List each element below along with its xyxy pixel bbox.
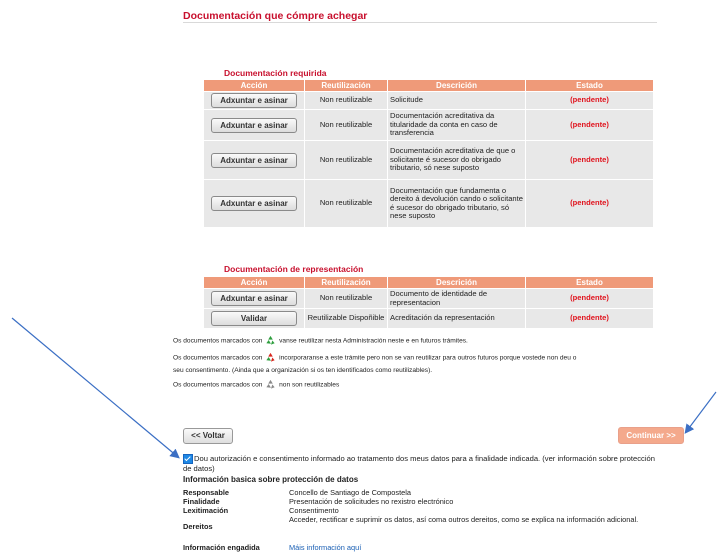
arrow-to-continue (684, 391, 717, 434)
recycle-red-icon (266, 352, 275, 362)
reuse-cell: Non reutilizable (304, 109, 388, 141)
consent-checkbox[interactable] (183, 454, 193, 464)
attach-sign-button[interactable]: Adxuntar e asinar (211, 93, 297, 108)
section-title: Documentación que cómpre achegar (183, 10, 368, 22)
required-docs-table: Acción Reutilización Descrición Estado A… (203, 79, 654, 228)
col-header-description: Descrición (387, 276, 526, 289)
attach-sign-button[interactable]: Adxuntar e asinar (211, 196, 297, 211)
col-header-action: Acción (203, 276, 305, 289)
description-cell: Acreditación da representación (387, 308, 526, 329)
description-cell: Solicitude (387, 91, 526, 110)
col-header-status: Estado (525, 276, 654, 289)
section-divider (183, 22, 657, 23)
status-cell: (pendente) (525, 109, 654, 141)
table-header-row: Acción Reutilización Descrición Estado (203, 276, 654, 289)
status-cell: (pendente) (525, 140, 654, 180)
description-cell: Documentación acreditativa de que o soli… (387, 140, 526, 180)
col-header-action: Acción (203, 79, 305, 92)
reuse-cell: Non reutilizable (304, 91, 388, 110)
representation-docs-table: Acción Reutilización Descrición Estado A… (203, 276, 654, 329)
status-cell: (pendente) (525, 179, 654, 228)
col-header-description: Descrición (387, 79, 526, 92)
validate-button[interactable]: Validar (211, 311, 297, 326)
required-docs-title: Documentación requirida (224, 68, 327, 78)
table-row: Adxuntar e asinar Non reutilizable Docum… (203, 140, 654, 180)
data-protection-title: Información basica sobre protección de d… (183, 475, 359, 484)
col-header-reuse: Reutilización (304, 276, 388, 289)
description-cell: Documentación acreditativa da titularida… (387, 109, 526, 141)
recycle-green-icon (266, 335, 275, 345)
col-header-status: Estado (525, 79, 654, 92)
consent-label: Dou autorización e consentimento informa… (183, 454, 655, 473)
recycle-grey-icon (266, 379, 275, 389)
reuse-cell: Non reutilizable (304, 179, 388, 228)
more-info-link[interactable]: Máis información aquí (289, 543, 661, 553)
arrow-to-checkbox (11, 317, 180, 459)
attach-sign-button[interactable]: Adxuntar e asinar (211, 117, 297, 133)
note-not-reused-line1: Os documentos marcados con incorporarans… (173, 352, 576, 363)
status-cell: (pendente) (525, 308, 654, 329)
note-reusable: Os documentos marcados con vanse reutili… (173, 335, 468, 346)
status-cell: (pendente) (525, 288, 654, 309)
table-row: Adxuntar e asinar Non reutilizable Docum… (203, 179, 654, 228)
table-row: Adxuntar e asinar Non reutilizable Docum… (203, 109, 654, 141)
reuse-cell: Reutilizable Dispoñible (304, 308, 388, 329)
reuse-cell: Non reutilizable (304, 288, 388, 309)
reuse-cell: Non reutilizable (304, 140, 388, 180)
representation-docs-title: Documentación de representación (224, 264, 364, 274)
note-non-reusable: Os documentos marcados con non son reuti… (173, 379, 339, 390)
description-cell: Documentación que fundamenta o dereito á… (387, 179, 526, 228)
table-header-row: Acción Reutilización Descrición Estado (203, 79, 654, 92)
description-cell: Documento de identidade de representacio… (387, 288, 526, 309)
col-header-reuse: Reutilización (304, 79, 388, 92)
status-cell: (pendente) (525, 91, 654, 110)
table-row: Validar Reutilizable Dispoñible Acredita… (203, 308, 654, 329)
continue-button[interactable]: Continuar >> (618, 427, 684, 444)
attach-sign-button[interactable]: Adxuntar e asinar (211, 291, 297, 306)
attach-sign-button[interactable]: Adxuntar e asinar (211, 152, 297, 168)
table-row: Adxuntar e asinar Non reutilizable Solic… (203, 91, 654, 110)
note-not-reused-line2: seu consentimento. (Ainda que a organiza… (173, 367, 433, 374)
back-button[interactable]: << Voltar (183, 428, 233, 444)
table-row: Adxuntar e asinar Non reutilizable Docum… (203, 288, 654, 309)
consent-row: Dou autorización e consentimento informa… (183, 454, 663, 473)
